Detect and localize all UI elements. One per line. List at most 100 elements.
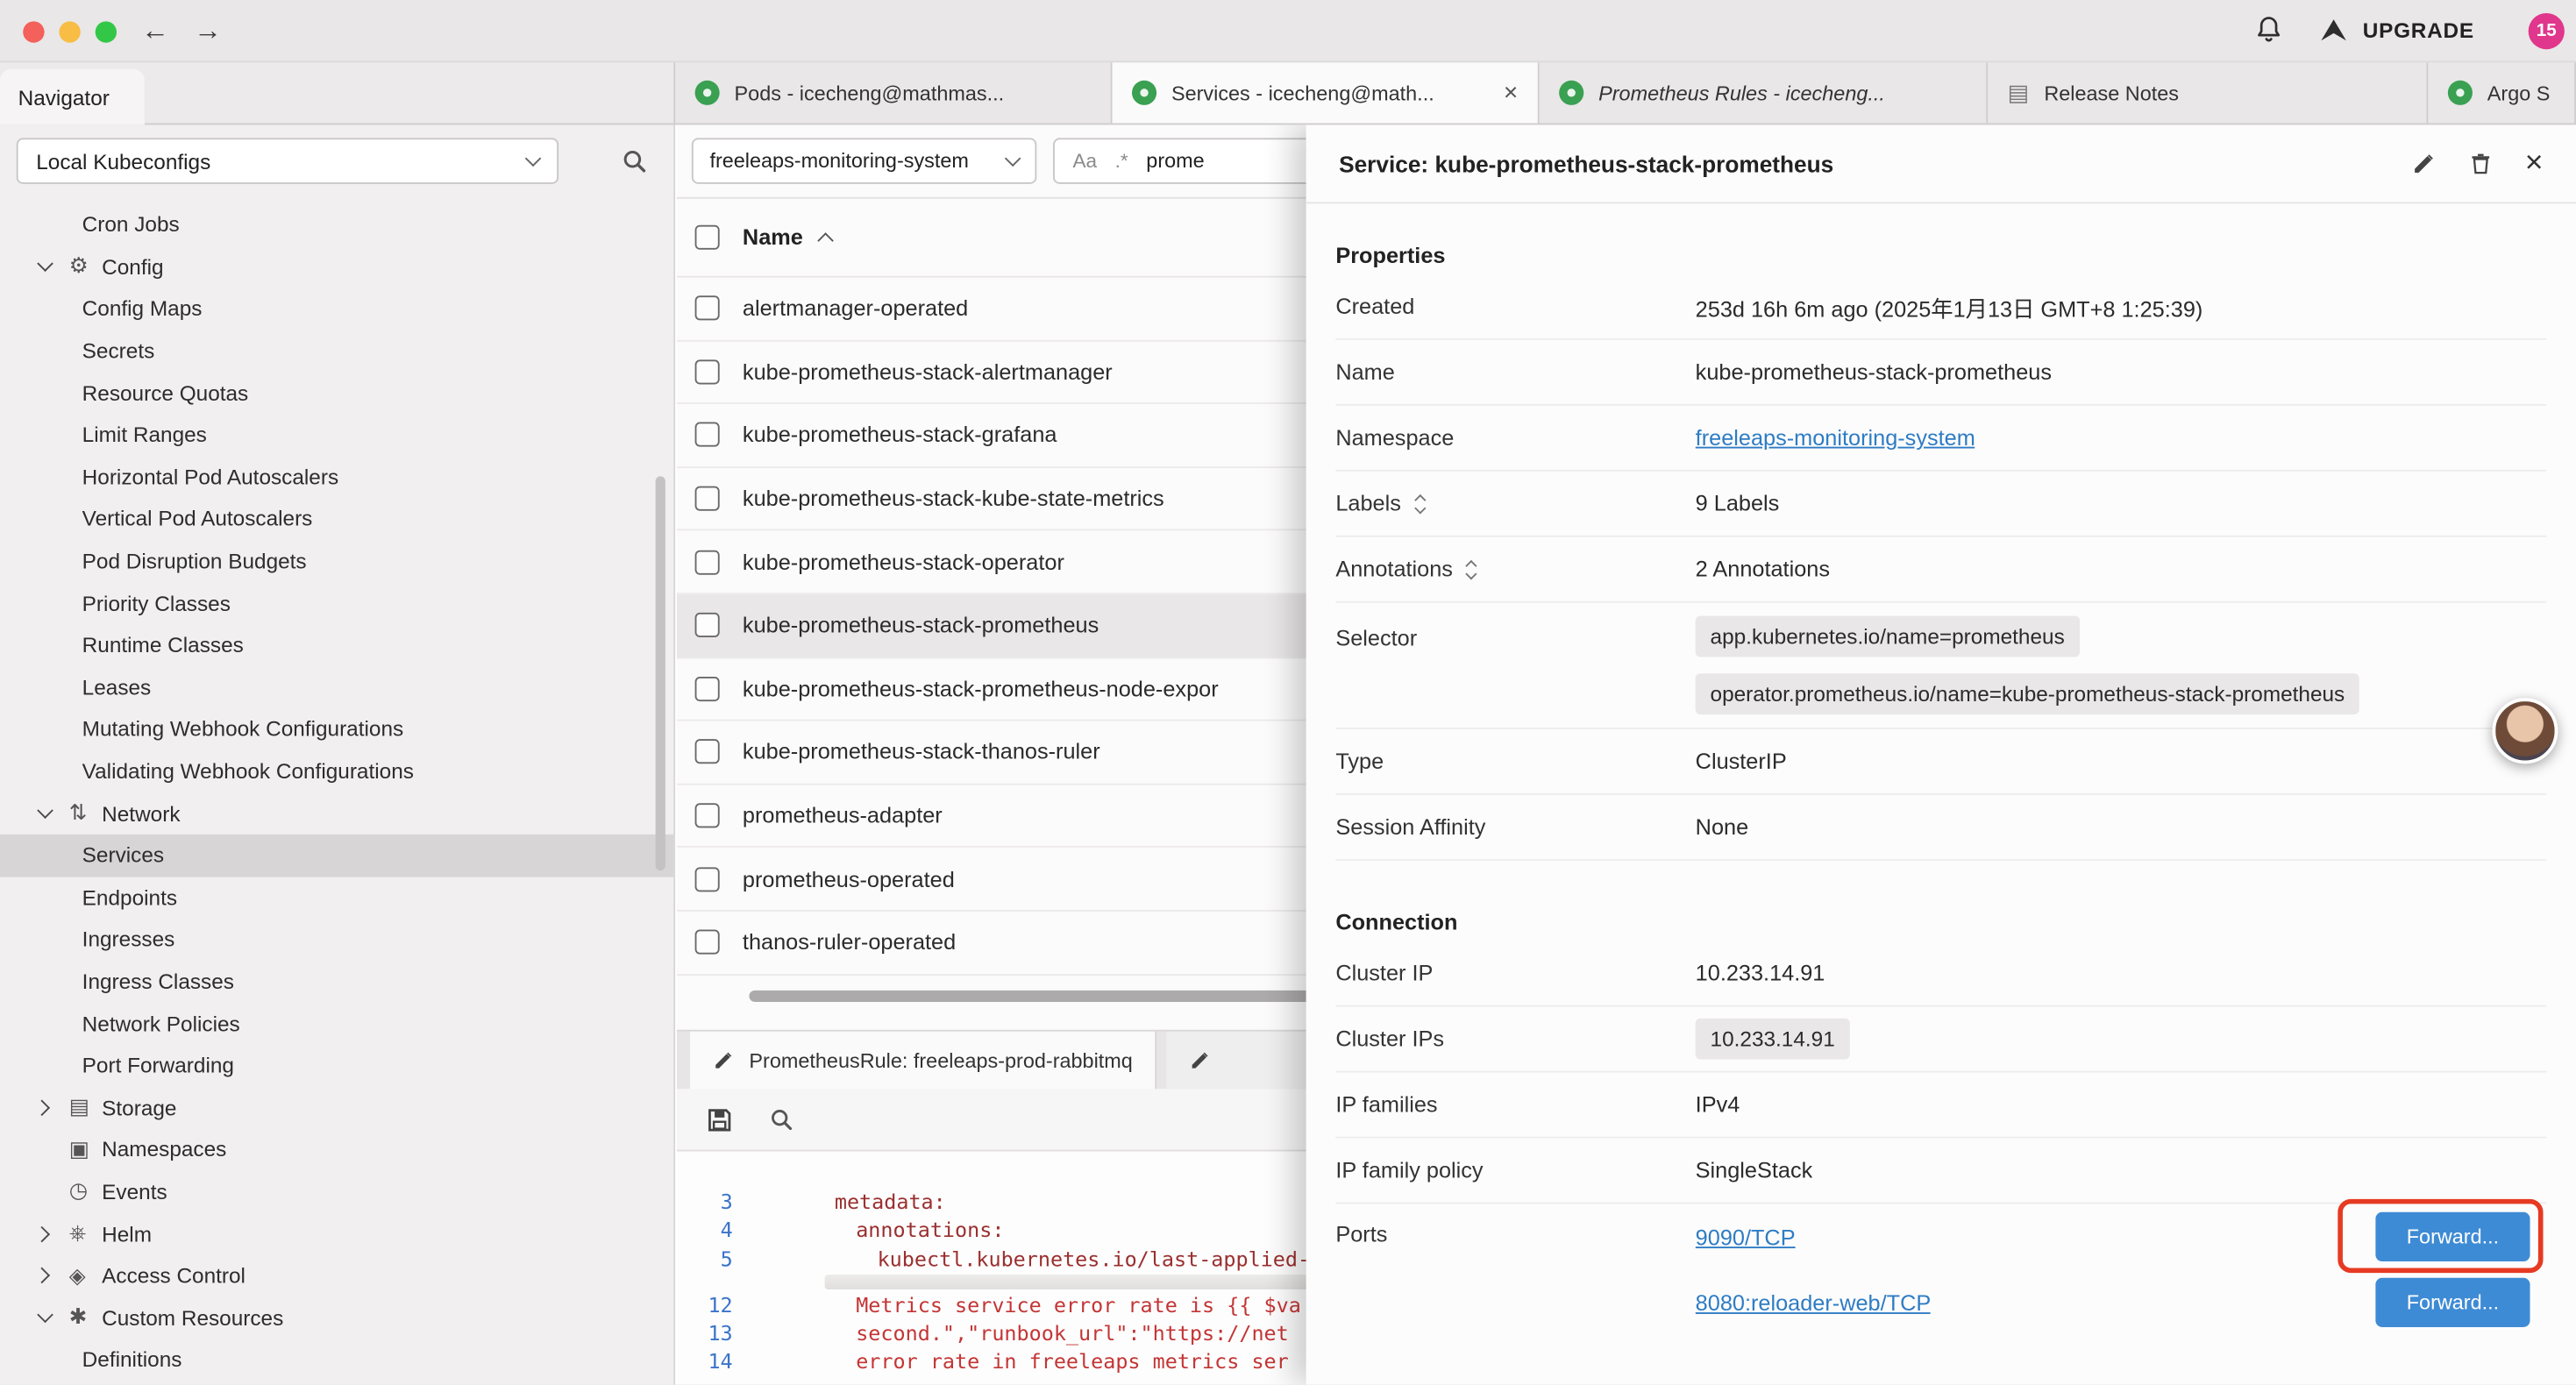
kubeconfig-row: Local Kubeconfigs — [0, 124, 673, 200]
avatar[interactable] — [2492, 698, 2558, 764]
property-value[interactable]: freeleaps-monitoring-system — [1696, 425, 1975, 450]
sidebar-item[interactable]: Services — [0, 835, 673, 877]
dock-tab[interactable]: PrometheusRule: freeleaps-prod-rabbitmq — [690, 1032, 1157, 1090]
sidebar-item[interactable]: Priority Classes — [0, 582, 673, 624]
row-checkbox[interactable] — [695, 487, 720, 511]
upgrade-button[interactable]: UPGRADE — [2318, 15, 2474, 46]
content-area: Local Kubeconfigs Cron Jobs — [0, 124, 2576, 1384]
match-case-toggle[interactable]: Aa — [1073, 150, 1098, 173]
sidebar-item[interactable]: Runtime Classes — [0, 624, 673, 666]
close-icon[interactable]: × — [1500, 79, 1518, 107]
row-checkbox[interactable] — [695, 550, 720, 574]
name-column-header[interactable]: Name — [743, 225, 803, 250]
row-checkbox[interactable] — [695, 803, 720, 827]
sidebar-item[interactable]: ▤ Storage — [0, 1086, 673, 1128]
row-checkbox[interactable] — [695, 423, 720, 447]
property-label: Created — [1335, 294, 1414, 318]
search-icon[interactable] — [621, 148, 647, 174]
property-label: IP family policy — [1335, 1158, 1483, 1183]
line-number: 4 — [677, 1216, 746, 1244]
port-line: 8080:reloader-web/TCP Forward... — [1696, 1269, 2547, 1335]
sidebar-item[interactable]: Leases — [0, 666, 673, 708]
chevron-icon[interactable] — [37, 1307, 53, 1324]
row-checkbox[interactable] — [695, 613, 720, 637]
row-checkbox[interactable] — [695, 867, 720, 891]
chevron-icon[interactable] — [34, 1099, 51, 1116]
sidebar-scrollbar[interactable] — [656, 476, 665, 870]
editor-tab[interactable]: Services - icecheng@math... × — [1113, 62, 1540, 123]
chevron-icon[interactable] — [37, 803, 53, 820]
row-checkbox[interactable] — [695, 677, 720, 701]
forward-button[interactable]: Forward... — [2375, 1278, 2530, 1327]
sidebar-item[interactable]: ⚙ Config — [0, 245, 673, 288]
save-icon[interactable] — [707, 1106, 733, 1133]
sidebar-item[interactable]: Mutating Webhook Configurations — [0, 708, 673, 750]
sidebar-item[interactable]: Limit Ranges — [0, 414, 673, 456]
sidebar-item-label: Ingress Classes — [82, 969, 234, 993]
back-icon[interactable]: ← — [141, 11, 169, 51]
row-checkbox[interactable] — [695, 359, 720, 384]
sidebar-item[interactable]: Vertical Pod Autoscalers — [0, 498, 673, 540]
editor-tab[interactable]: ▤ Release Notes — [1988, 62, 2428, 123]
sidebar-item[interactable]: Config Maps — [0, 288, 673, 330]
sidebar-item[interactable]: Horizontal Pod Autoscalers — [0, 456, 673, 498]
zoom-window-button[interactable] — [96, 21, 117, 42]
sidebar-item[interactable]: ✱ Custom Resources — [0, 1296, 673, 1339]
property-value: None — [1696, 814, 1748, 839]
sidebar-item-label: Definitions — [82, 1347, 182, 1372]
close-window-button[interactable] — [23, 21, 44, 42]
edit-icon[interactable] — [2411, 151, 2436, 175]
search-icon[interactable] — [769, 1107, 793, 1132]
property-value: 2 Annotations — [1696, 557, 1830, 581]
minimize-window-button[interactable] — [59, 21, 80, 42]
forward-button[interactable]: Forward... — [2375, 1212, 2530, 1261]
property-row: Labels 9 Labels — [1335, 472, 2546, 537]
editor-tab[interactable]: Prometheus Rules - icecheng... — [1540, 62, 1989, 123]
kubeconfig-selector[interactable]: Local Kubeconfigs — [17, 138, 559, 183]
regex-toggle[interactable]: .* — [1115, 150, 1128, 173]
sidebar-item[interactable]: Secrets — [0, 330, 673, 372]
sidebar-item[interactable]: Ingresses — [0, 919, 673, 961]
properties-rows-2: Type ClusterIP Session Affinity — [1335, 729, 2546, 861]
chevron-icon[interactable] — [37, 256, 53, 273]
notification-badge[interactable]: 15 — [2529, 13, 2565, 49]
sidebar-item[interactable]: ◷ Events — [0, 1170, 673, 1212]
sidebar-item[interactable]: Validating Webhook Configurations — [0, 750, 673, 792]
forward-icon[interactable]: → — [194, 11, 222, 51]
namespace-filter[interactable]: freeleaps-monitoring-system — [692, 138, 1036, 183]
service-name: kube-prometheus-stack-grafana — [743, 423, 1057, 447]
namespace-filter-value: freeleaps-monitoring-system — [709, 150, 968, 173]
port-link[interactable]: 9090/TCP — [1696, 1225, 1796, 1249]
sidebar-item-label: Config Maps — [82, 296, 203, 321]
sidebar-item[interactable]: ▣ Namespaces — [0, 1128, 673, 1170]
chevron-icon[interactable] — [34, 1225, 51, 1242]
sidebar-item[interactable]: Ingress Classes — [0, 961, 673, 1003]
expand-toggle-icon[interactable] — [1416, 495, 1424, 512]
editor-tab[interactable]: Argo S — [2428, 62, 2576, 123]
row-checkbox[interactable] — [695, 740, 720, 764]
row-checkbox[interactable] — [695, 930, 720, 955]
sidebar-item[interactable]: Network Policies — [0, 1002, 673, 1044]
delete-icon[interactable] — [2469, 151, 2492, 175]
row-checkbox[interactable] — [695, 296, 720, 321]
sidebar-item[interactable]: ⎈ Helm — [0, 1212, 673, 1254]
sidebar-item[interactable]: Endpoints — [0, 877, 673, 919]
port-link[interactable]: 8080:reloader-web/TCP — [1696, 1290, 1932, 1315]
expand-toggle-icon[interactable] — [1468, 561, 1476, 578]
sidebar-item[interactable]: Resource Quotas — [0, 372, 673, 414]
sidebar-item[interactable]: Port Forwarding — [0, 1044, 673, 1086]
sidebar-item[interactable]: Cron Jobs — [0, 203, 673, 245]
search-value: prome — [1146, 150, 1204, 173]
close-icon[interactable]: × — [2525, 148, 2544, 180]
sidebar-item[interactable]: Definitions — [0, 1339, 673, 1381]
bell-icon[interactable] — [2254, 15, 2284, 45]
select-all-checkbox[interactable] — [695, 225, 720, 250]
dock-tab-partial[interactable] — [1167, 1032, 1315, 1090]
chevron-icon[interactable] — [34, 1268, 51, 1284]
editor-tab[interactable]: Pods - icecheng@mathmas... — [675, 62, 1112, 123]
sidebar-item[interactable]: Pod Disruption Budgets — [0, 540, 673, 582]
sidebar-item[interactable]: ⇅ Network — [0, 792, 673, 835]
sidebar-item-label: Horizontal Pod Autoscalers — [82, 465, 338, 489]
property-label: Ports — [1335, 1222, 1387, 1246]
sidebar-item[interactable]: ◈ Access Control — [0, 1254, 673, 1296]
